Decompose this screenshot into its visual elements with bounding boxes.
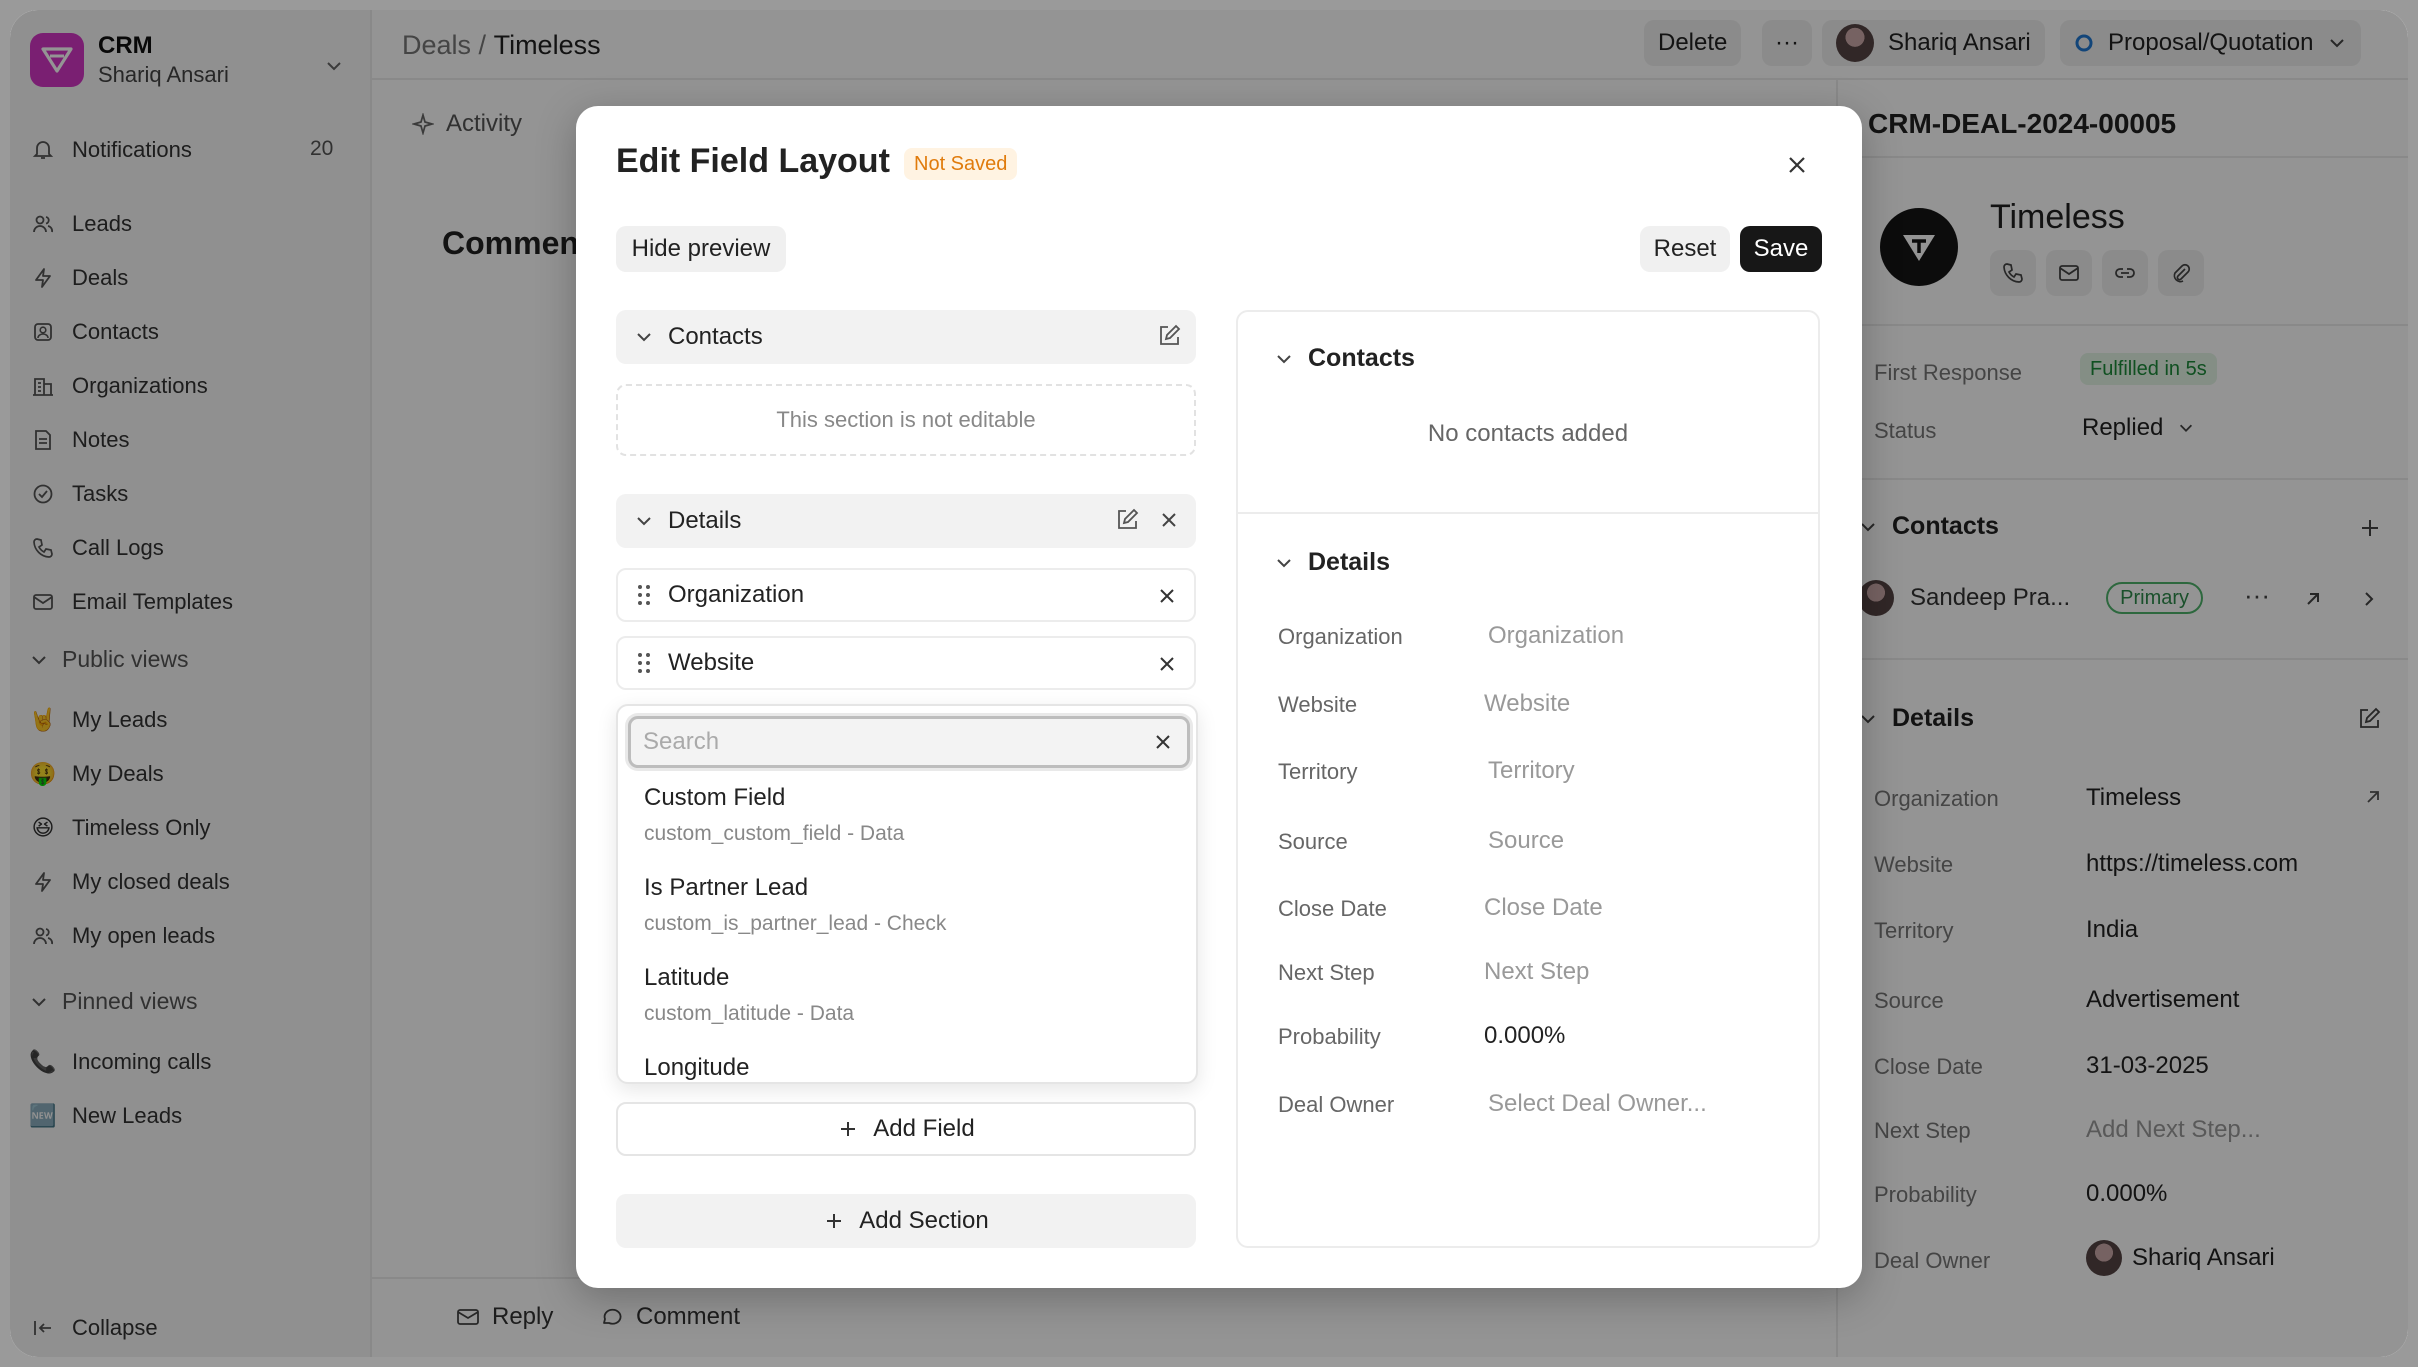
preview-next-step-input[interactable]: Next Step: [1484, 958, 1589, 986]
close-button[interactable]: [1780, 148, 1814, 182]
details-section-header[interactable]: Details: [616, 494, 1196, 548]
chevron-down-icon: [637, 333, 651, 342]
section-title: Details: [668, 507, 742, 534]
chevron-down-icon: [1277, 558, 1291, 567]
chevron-down-icon: [637, 517, 651, 526]
option-longitude[interactable]: Longitude: [644, 1054, 749, 1082]
drag-handle-icon[interactable]: [636, 583, 652, 607]
preview-close-date-input[interactable]: Close Date: [1484, 894, 1603, 922]
app-window: CRM Shariq Ansari Notifications 20 Leads…: [10, 10, 2408, 1357]
close-icon[interactable]: [1156, 507, 1182, 533]
plus-icon: [841, 1122, 856, 1136]
preview-deal-owner-select[interactable]: Select Deal Owner...: [1488, 1090, 1707, 1118]
option-is-partner-lead[interactable]: Is Partner Lead custom_is_partner_lead -…: [644, 874, 946, 936]
field-row-organization[interactable]: Organization: [616, 568, 1196, 622]
preview-source-input[interactable]: Source: [1488, 827, 1564, 855]
drag-handle-icon[interactable]: [636, 651, 652, 675]
save-button[interactable]: Save: [1740, 226, 1822, 272]
option-custom-field[interactable]: Custom Field custom_custom_field - Data: [644, 784, 904, 846]
search-input[interactable]: [643, 727, 1123, 757]
option-latitude[interactable]: Latitude custom_latitude - Data: [644, 964, 854, 1026]
unsaved-badge: Not Saved: [904, 148, 1018, 180]
edit-icon[interactable]: [1114, 507, 1140, 533]
field-row-website[interactable]: Website: [616, 636, 1196, 690]
preview-probability-input[interactable]: 0.000%: [1484, 1022, 1565, 1050]
edit-icon[interactable]: [1156, 323, 1182, 349]
not-editable-note: This section is not editable: [616, 384, 1196, 456]
section-title: Contacts: [668, 323, 763, 350]
hide-preview-button[interactable]: Hide preview: [616, 226, 786, 272]
preview-organization-input[interactable]: Organization: [1488, 622, 1624, 650]
layout-preview: Contacts No contacts added Details Organ…: [1236, 310, 1820, 1248]
preview-territory-input[interactable]: Territory: [1488, 757, 1575, 785]
preview-details-toggle[interactable]: Details: [1274, 548, 1390, 577]
modal-title: Edit Field Layout: [616, 142, 890, 180]
reset-button[interactable]: Reset: [1640, 226, 1730, 272]
preview-website-input[interactable]: Website: [1484, 690, 1570, 718]
close-icon: [1789, 157, 1805, 173]
close-icon[interactable]: [1156, 585, 1178, 607]
preview-contacts-toggle[interactable]: Contacts: [1274, 344, 1415, 373]
no-contacts-message: No contacts added: [1427, 420, 1629, 447]
add-section-button[interactable]: Add Section: [616, 1194, 1196, 1248]
field-label: Organization: [668, 581, 805, 608]
edit-field-layout-modal: Edit Field Layout Not Saved Hide preview…: [576, 106, 1862, 1288]
field-label: Website: [668, 649, 755, 676]
field-picker-dropdown: Custom Field custom_custom_field - Data …: [616, 704, 1198, 1084]
field-search: [628, 716, 1190, 768]
contacts-section-header[interactable]: Contacts: [616, 310, 1196, 364]
chevron-down-icon: [1277, 354, 1291, 363]
close-icon[interactable]: [1156, 653, 1178, 675]
clear-search-icon[interactable]: [1153, 732, 1173, 752]
add-field-button[interactable]: Add Field: [616, 1102, 1196, 1156]
plus-icon: [827, 1214, 842, 1228]
